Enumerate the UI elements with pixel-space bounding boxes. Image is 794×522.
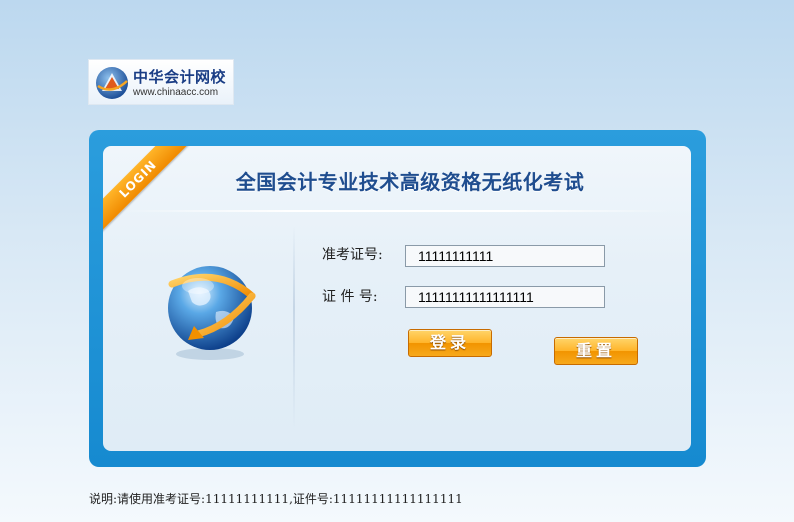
chinaacc-logo-icon xyxy=(96,67,128,99)
page-title: 全国会计专业技术高级资格无纸化考试 xyxy=(235,170,585,194)
title-divider xyxy=(123,210,671,212)
id-number-label: 证 件 号: xyxy=(322,289,378,305)
exam-id-input[interactable] xyxy=(405,245,605,267)
login-ribbon: LOGIN xyxy=(103,146,192,233)
login-button[interactable]: 登录 xyxy=(408,329,492,357)
logo-name: 中华会计网校 xyxy=(133,68,227,86)
exam-id-label: 准考证号: xyxy=(322,247,383,263)
reset-button[interactable]: 重置 xyxy=(554,337,638,365)
login-panel: LOGIN 全国会计专业技术高级资格无纸化考试 准考证号: 1111111111… xyxy=(89,130,706,467)
id-number-input[interactable] xyxy=(405,286,605,308)
logo-url: www.chinaacc.com xyxy=(133,87,219,98)
globe-icon xyxy=(168,266,256,360)
vertical-divider xyxy=(293,226,295,431)
site-logo: 中华会计网校 www.chinaacc.com xyxy=(88,59,234,105)
login-instructions: 说明:请使用准考证号:11111111111,证件号:1111111111111… xyxy=(89,492,463,506)
login-panel-body: LOGIN 全国会计专业技术高级资格无纸化考试 准考证号: 1111111111… xyxy=(103,146,691,451)
